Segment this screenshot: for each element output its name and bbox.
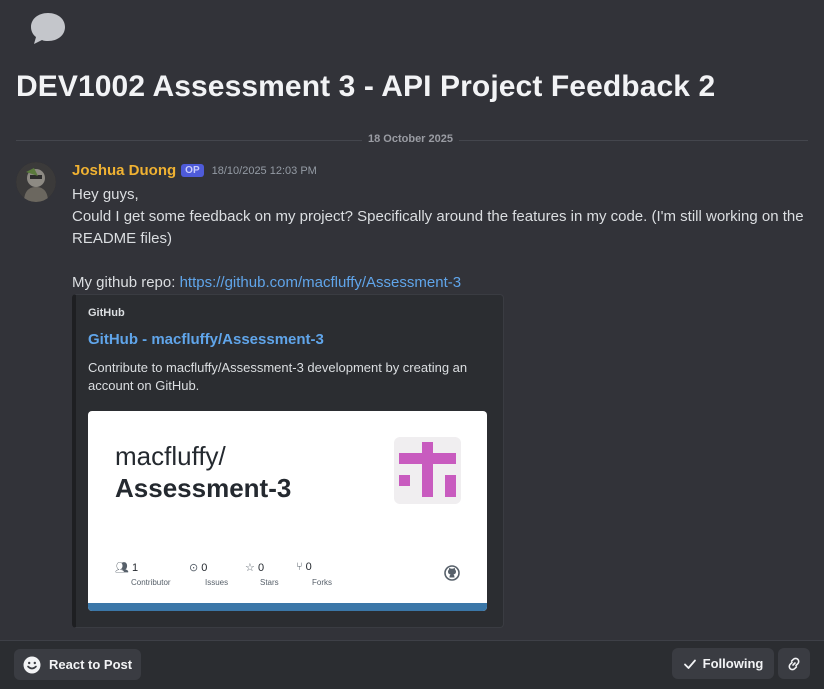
repo-link[interactable]: https://github.com/macfluffy/Assessment-… <box>180 274 462 291</box>
github-icon <box>444 565 460 581</box>
stat-forks-label: Forks <box>312 578 332 587</box>
forum-post-icon <box>31 13 65 44</box>
stat-issues-label: Issues <box>205 578 229 587</box>
repo-name: Assessment-3 <box>115 473 292 503</box>
author-name[interactable]: Joshua Duong <box>72 162 176 179</box>
stat-stars: ☆ 0 <box>245 561 264 574</box>
avatar[interactable] <box>16 162 56 202</box>
fork-icon: ⑂ <box>296 561 303 573</box>
message-timestamp: 18/10/2025 12:03 PM <box>211 164 317 177</box>
stat-forks-num: 0 <box>305 561 312 573</box>
following-button[interactable]: Following <box>672 648 774 679</box>
repo-owner: macfluffy/ <box>115 441 226 471</box>
message-body: Hey guys, Could I get some feedback on m… <box>72 184 812 294</box>
stat-contributors-num: 1 <box>132 562 139 574</box>
stat-contributors-label: Contributor <box>131 578 171 587</box>
embed-title-link[interactable]: GitHub - macfluffy/Assessment-3 <box>88 331 324 348</box>
link-icon <box>788 657 800 670</box>
embed-preview-image[interactable]: macfluffy/ Assessment-3 👥︎ 1 Contributor… <box>88 411 487 611</box>
checkmark-icon <box>683 659 696 669</box>
stat-contributors: 👥︎ 1 <box>115 561 138 574</box>
repo-identicon <box>394 437 461 504</box>
message-header: Joshua Duong OP 18/10/2025 12:03 PM <box>72 162 317 179</box>
people-icon: 👥︎ <box>115 562 129 574</box>
stat-issues: ⊙ 0 <box>189 561 207 574</box>
date-divider-label: 18 October 2025 <box>362 133 459 145</box>
stat-stars-label: Stars <box>260 578 279 587</box>
issue-icon: ⊙ <box>189 562 199 574</box>
smiley-icon <box>23 656 41 673</box>
post-footer: React to Post Following <box>0 641 824 689</box>
react-to-post-label: React to Post <box>49 657 133 672</box>
embed-provider[interactable]: GitHub <box>88 307 125 319</box>
stat-stars-num: 0 <box>257 562 265 574</box>
following-label: Following <box>702 656 764 671</box>
stat-issues-num: 0 <box>201 562 208 574</box>
stat-forks: ⑂ 0 <box>296 561 312 573</box>
copy-link-button[interactable] <box>778 648 810 679</box>
react-to-post-button[interactable]: React to Post <box>14 649 142 680</box>
embed-preview-bar <box>88 603 487 611</box>
star-icon: ☆ <box>245 562 255 574</box>
post-title: DEV1002 Assessment 3 - API Project Feedb… <box>16 70 716 103</box>
op-badge: OP <box>181 164 204 177</box>
embed-description: Contribute to macfluffy/Assessment-3 dev… <box>88 360 468 393</box>
link-embed: GitHub GitHub - macfluffy/Assessment-3 C… <box>72 294 504 628</box>
